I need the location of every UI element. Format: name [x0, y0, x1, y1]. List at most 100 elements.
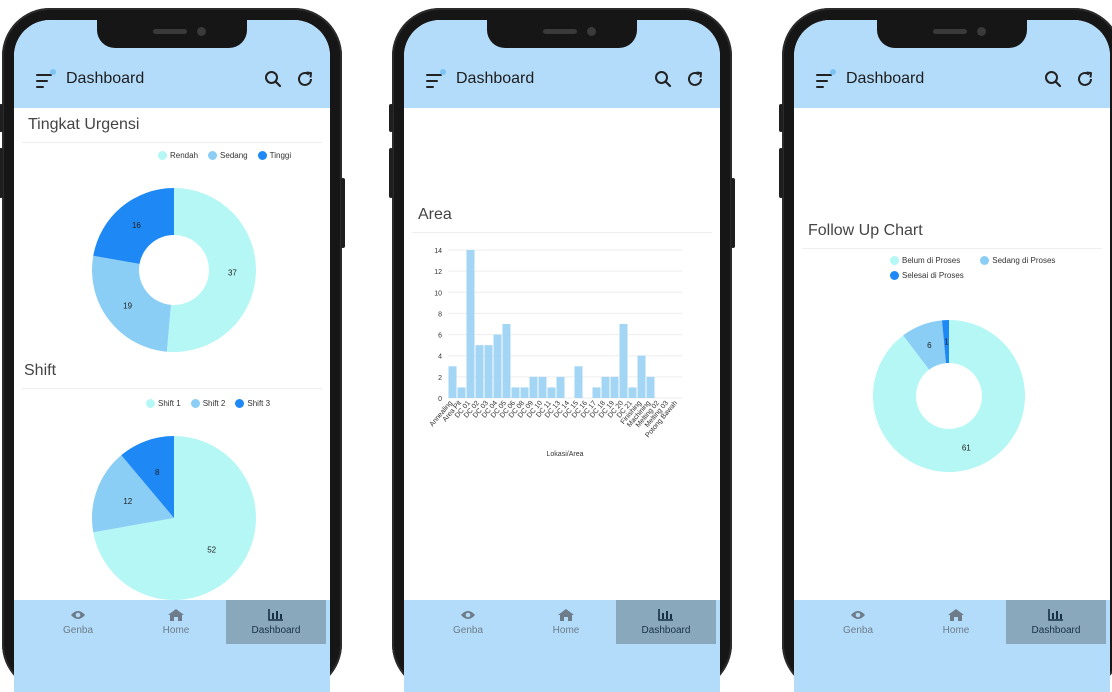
pie-slice-rendah[interactable]	[166, 188, 256, 352]
nav-genba[interactable]: Genba	[418, 600, 518, 644]
refresh-icon[interactable]	[1076, 70, 1094, 88]
home-icon	[558, 609, 574, 621]
pie-value-label: 1	[944, 338, 949, 347]
bar-dc-20[interactable]	[619, 324, 628, 398]
bar-dc-03[interactable]	[484, 345, 493, 398]
section-title-followup: Follow Up Chart	[808, 222, 923, 239]
legend-item[interactable]: Rendah	[158, 151, 198, 160]
bar-chart-icon	[1048, 609, 1063, 621]
bar-dc-10[interactable]	[538, 376, 547, 398]
legend-item[interactable]: Shift 3	[235, 399, 270, 408]
bar-chart-icon	[268, 609, 283, 621]
search-icon[interactable]	[1044, 70, 1062, 88]
urgency-donut-chart: 37 19 16	[92, 188, 256, 352]
nav-genba[interactable]: Genba	[28, 600, 128, 644]
nav-dashboard[interactable]: Dashboard	[1006, 600, 1106, 644]
bar-area-pit[interactable]	[457, 387, 466, 398]
bar-dc-08[interactable]	[520, 387, 529, 398]
bar-dc-01[interactable]	[466, 250, 475, 398]
pie-value-label: 6	[927, 341, 932, 350]
nav-home[interactable]: Home	[516, 600, 616, 644]
menu-icon[interactable]	[816, 69, 836, 88]
area-bar-chart: 02468101214AnnealingArea PitDC 01DC 02DC…	[429, 248, 682, 458]
pie-value-label: 52	[207, 546, 216, 555]
legend-item[interactable]: Belum di Proses	[890, 256, 960, 265]
showcase-stage: Dashboard Tingkat Urgensi Rendah Sedang …	[0, 0, 1112, 692]
bar-dc-15[interactable]	[574, 366, 583, 398]
shift-pie-chart: 52 12 8	[92, 436, 257, 600]
search-icon[interactable]	[654, 70, 672, 88]
nav-label: Genba	[452, 625, 484, 636]
legend-item[interactable]: Selesai di Proses	[890, 271, 964, 280]
side-button	[731, 178, 735, 248]
pie-value-label: 37	[228, 269, 237, 278]
legend-label: Shift 2	[202, 399, 226, 408]
y-tick-label: 6	[438, 333, 442, 340]
bar-dc-19[interactable]	[610, 376, 619, 398]
bar-dc-18[interactable]	[601, 376, 610, 398]
legend-swatch	[257, 151, 267, 160]
side-button	[389, 104, 393, 132]
nav-label: Home	[942, 625, 970, 636]
bar-dc-09[interactable]	[529, 376, 538, 398]
bar-dc-13[interactable]	[556, 376, 565, 398]
y-tick-label: 0	[438, 396, 442, 403]
legend-item[interactable]: Sedang di Proses	[980, 256, 1055, 265]
nav-home[interactable]: Home	[906, 600, 1006, 644]
nav-label: Home	[162, 625, 190, 636]
divider	[22, 142, 322, 143]
bar-dc-05[interactable]	[502, 324, 511, 398]
y-tick-label: 2	[438, 375, 442, 382]
legend-label: Shift 3	[247, 399, 271, 408]
bar-dc-04[interactable]	[493, 334, 502, 398]
side-button	[779, 148, 783, 198]
nav-label: Genba	[842, 625, 874, 636]
bar-annealing[interactable]	[448, 366, 457, 398]
bar-chart-icon	[658, 609, 673, 621]
bar-dc-21[interactable]	[628, 387, 637, 398]
eye-icon	[71, 611, 85, 619]
bar-dc-02[interactable]	[475, 345, 484, 398]
notch	[877, 20, 1027, 48]
legend-item[interactable]: Shift 1	[146, 399, 181, 408]
legend-item[interactable]: Tinggi	[257, 151, 292, 160]
search-icon[interactable]	[264, 70, 282, 88]
app-title: Dashboard	[456, 70, 535, 87]
notch	[487, 20, 637, 48]
legend-swatch	[890, 271, 899, 280]
refresh-icon[interactable]	[296, 70, 314, 88]
nav-label: Dashboard	[251, 625, 301, 636]
legend-item[interactable]: Shift 2	[190, 399, 226, 408]
pie-value-label: 16	[132, 221, 141, 230]
phone-frame-followup: Dashboard Follow Up Chart Belum di Prose…	[779, 8, 1112, 692]
nav-label: Dashboard	[641, 625, 691, 636]
refresh-icon[interactable]	[686, 70, 704, 88]
bar-dc-11[interactable]	[547, 387, 556, 398]
bar-machining[interactable]	[646, 376, 655, 398]
eye-icon	[851, 611, 865, 619]
menu-icon[interactable]	[426, 69, 446, 88]
section-title-area: Area	[418, 206, 452, 223]
nav-genba[interactable]: Genba	[808, 600, 908, 644]
nav-label: Home	[552, 625, 580, 636]
legend-label: Sedang	[220, 151, 248, 160]
legend-swatch	[980, 256, 990, 265]
legend-label: Tinggi	[269, 151, 292, 160]
bar-finishing[interactable]	[637, 355, 646, 398]
bar-dc-17[interactable]	[592, 387, 601, 398]
y-tick-label: 14	[434, 248, 442, 255]
nav-home[interactable]: Home	[126, 600, 226, 644]
bottom-navigation: Genba Home Dashboard	[794, 600, 1110, 692]
home-icon	[168, 609, 184, 621]
eye-icon	[461, 611, 475, 619]
notch	[97, 20, 247, 48]
nav-dashboard[interactable]: Dashboard	[226, 600, 326, 644]
section-title-urgency: Tingkat Urgensi	[28, 116, 140, 133]
legend-swatch	[235, 399, 245, 408]
menu-icon[interactable]	[36, 69, 56, 88]
bar-dc-06[interactable]	[511, 387, 520, 398]
legend-label: Selesai di Proses	[902, 271, 964, 280]
legend-item[interactable]: Sedang	[208, 151, 248, 160]
nav-dashboard[interactable]: Dashboard	[616, 600, 716, 644]
x-axis-label: Lokasi/Area	[547, 451, 584, 458]
